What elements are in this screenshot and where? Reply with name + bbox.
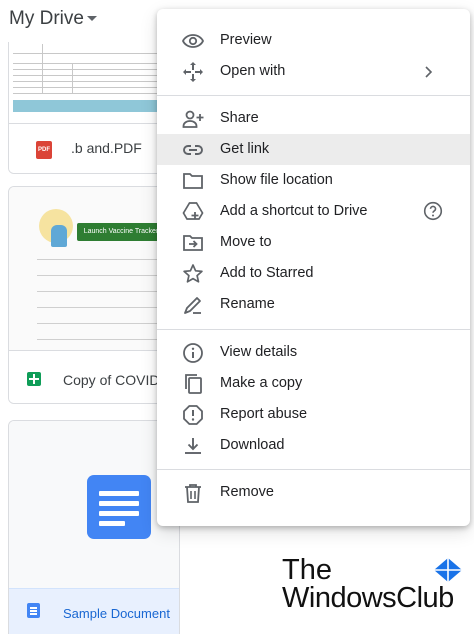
context-menu: Preview Open with Share Get link Show fi… <box>157 9 470 526</box>
pdf-icon: PDF <box>36 141 52 159</box>
menu-item-label: Download <box>220 437 285 453</box>
copy-icon <box>181 372 205 396</box>
eye-icon <box>181 29 205 53</box>
link-icon <box>181 138 205 162</box>
chevron-right-icon <box>420 64 436 80</box>
my-drive-title[interactable]: My Drive <box>9 8 84 30</box>
menu-item-label: Move to <box>220 234 272 250</box>
menu-item-label: Show file location <box>220 172 333 188</box>
menu-item-label: Get link <box>220 141 270 157</box>
menu-item-label: Open with <box>220 63 286 79</box>
person-illustration-body <box>51 225 67 247</box>
rename-icon <box>181 293 205 317</box>
menu-item-open-with[interactable]: Open with <box>157 56 470 87</box>
menu-item-preview[interactable]: Preview <box>157 25 470 56</box>
file-card-footer: PDF .b and.PDF <box>9 123 179 173</box>
download-icon <box>181 434 205 458</box>
windows-logo-icon <box>432 556 464 584</box>
menu-item-get-link[interactable]: Get link <box>157 134 470 165</box>
thumbnail-vaccine-button: Launch Vaccine Tracker <box>77 223 165 241</box>
menu-item-label: Share <box>220 110 259 126</box>
menu-divider <box>157 95 470 96</box>
file-thumbnail <box>9 421 179 589</box>
move-to-icon <box>181 231 205 255</box>
report-icon <box>181 403 205 427</box>
menu-item-label: Report abuse <box>220 406 308 422</box>
menu-item-label: Preview <box>220 32 272 48</box>
menu-item-share[interactable]: Share <box>157 103 470 134</box>
menu-item-add-to-starred[interactable]: Add to Starred <box>157 258 470 289</box>
menu-item-report-abuse[interactable]: Report abuse <box>157 399 470 430</box>
menu-item-label: Rename <box>220 296 275 312</box>
file-name[interactable]: Sample Document <box>63 606 170 621</box>
menu-item-label: Add to Starred <box>220 265 314 281</box>
menu-item-rename[interactable]: Rename <box>157 289 470 320</box>
menu-item-view-details[interactable]: View details <box>157 337 470 368</box>
file-thumbnail: Launch Vaccine Tracker <box>9 187 179 352</box>
menu-item-make-a-copy[interactable]: Make a copy <box>157 368 470 399</box>
docs-icon <box>27 603 40 618</box>
pdf-highlight-bar <box>13 100 179 112</box>
file-card-document[interactable] <box>8 420 180 634</box>
file-thumbnail <box>9 42 179 124</box>
star-icon <box>181 262 205 286</box>
file-name[interactable]: .b and.PDF <box>71 140 142 156</box>
trash-icon <box>181 481 205 505</box>
folder-icon <box>181 169 205 193</box>
info-icon <box>181 341 205 365</box>
menu-item-label: Add a shortcut to Drive <box>220 203 368 219</box>
person-add-icon <box>181 107 205 131</box>
menu-item-show-file-location[interactable]: Show file location <box>157 165 470 196</box>
menu-item-label: Make a copy <box>220 375 303 391</box>
docs-large-icon <box>87 475 151 539</box>
help-icon[interactable] <box>423 201 443 221</box>
sheets-icon <box>27 372 41 386</box>
add-shortcut-icon <box>181 200 205 224</box>
watermark-line-2: WindowsClub <box>282 582 454 614</box>
pdf-table-preview <box>13 44 179 94</box>
menu-item-remove[interactable]: Remove <box>157 477 470 508</box>
menu-item-label: View details <box>220 344 298 360</box>
file-name[interactable]: Copy of COVID-1 <box>63 372 172 388</box>
menu-item-add-shortcut[interactable]: Add a shortcut to Drive <box>157 196 470 227</box>
menu-item-download[interactable]: Download <box>157 430 470 461</box>
menu-item-label: Remove <box>220 484 274 500</box>
menu-divider <box>157 469 470 470</box>
file-card-pdf[interactable]: PDF .b and.PDF <box>8 42 180 174</box>
caret-down-icon[interactable] <box>87 16 97 21</box>
menu-item-move-to[interactable]: Move to <box>157 227 470 258</box>
menu-divider <box>157 329 470 330</box>
thewindowsclub-watermark: The WindowsClub <box>282 554 468 628</box>
open-with-icon <box>181 60 205 84</box>
